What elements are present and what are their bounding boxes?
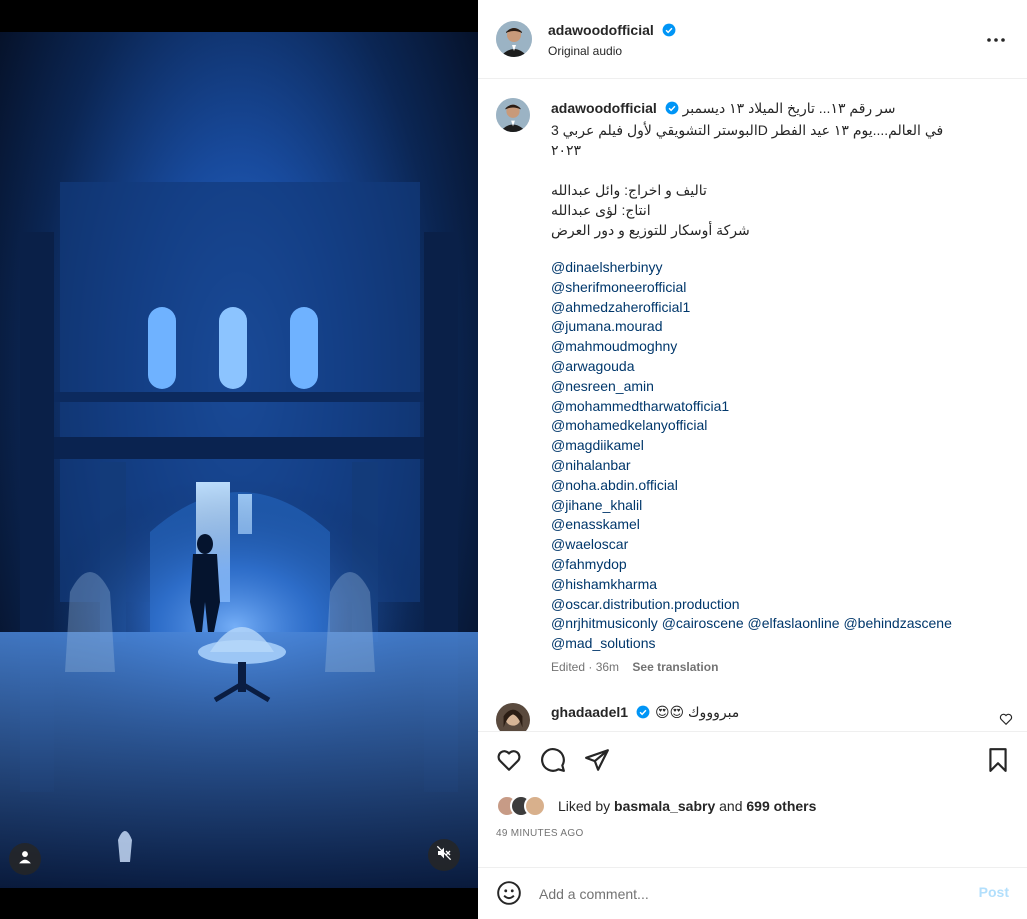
- emoji-icon: [496, 880, 522, 911]
- post-details-panel: adawoodofficial Original audio adawoodof…: [478, 0, 1027, 919]
- see-translation-button[interactable]: See translation: [632, 660, 718, 674]
- caption: adawoodofficial سر رقم ١٣... تاريخ الميل…: [551, 98, 991, 654]
- mention-link[interactable]: @behindzascene: [843, 615, 951, 631]
- likes-summary: Liked by basmala_sabry and 699 others: [496, 794, 816, 818]
- mention-link[interactable]: @mad_solutions: [551, 634, 991, 654]
- mention-link[interactable]: @ahmedzaherofficial1: [551, 298, 991, 318]
- post-actions: Liked by basmala_sabry and 699 others 49…: [478, 731, 1027, 919]
- mention-link[interactable]: @arwagouda: [551, 357, 991, 377]
- mention-link[interactable]: @noha.abdin.official: [551, 476, 991, 496]
- comment-icon: [540, 747, 566, 778]
- comment-button[interactable]: [539, 747, 567, 778]
- verified-icon: [662, 23, 676, 42]
- mention-link[interactable]: @dinaelsherbinyy: [551, 258, 991, 278]
- mention-link[interactable]: @cairoscene: [662, 615, 744, 631]
- caption-author-avatar[interactable]: [496, 98, 530, 132]
- likes-middle: and: [719, 798, 743, 814]
- user-icon: [18, 850, 32, 869]
- video-frame-illustration: [0, 182, 478, 888]
- audio-link[interactable]: Original audio: [548, 44, 622, 58]
- more-icon: [984, 38, 1008, 56]
- tagged-users-button[interactable]: [9, 843, 41, 875]
- post-header: adawoodofficial Original audio: [478, 0, 1027, 79]
- mention-link[interactable]: @nrjhitmusiconly: [551, 615, 658, 631]
- verified-icon: [665, 100, 679, 120]
- edited-timestamp: Edited · 36m: [551, 660, 620, 674]
- credit-direction: تاليف و اخراج: وائل عبدالله: [551, 182, 707, 198]
- media-panel: [0, 0, 478, 919]
- verified-icon: [636, 705, 650, 724]
- caption-author-username[interactable]: adawoodofficial: [551, 100, 657, 116]
- commenter-avatar[interactable]: [496, 703, 530, 731]
- mute-icon: [436, 845, 452, 866]
- mention-link[interactable]: @enasskamel: [551, 515, 991, 535]
- post-comment-button[interactable]: Post: [979, 884, 1009, 900]
- video-player[interactable]: [0, 32, 478, 888]
- liker-avatar: [524, 795, 546, 817]
- comment-input[interactable]: [539, 883, 939, 905]
- likes-prefix: Liked by: [558, 798, 611, 814]
- likes-count-link[interactable]: 699 others: [746, 798, 816, 814]
- comment-text: مبروووك 😍😍: [654, 704, 740, 720]
- add-comment-bar: Post: [478, 867, 1027, 919]
- commenter-username[interactable]: ghadaadel1: [551, 704, 628, 720]
- mention-link[interactable]: @nesreen_amin: [551, 377, 991, 397]
- comment-like-button[interactable]: [999, 712, 1013, 726]
- like-button[interactable]: [495, 748, 523, 776]
- share-icon: [584, 747, 610, 778]
- mention-link[interactable]: @mahmoudmoghny: [551, 337, 991, 357]
- mention-link[interactable]: @jihane_khalil: [551, 496, 991, 516]
- mention-link[interactable]: @elfaslaonline: [748, 615, 840, 631]
- mention-link[interactable]: @oscar.distribution.production: [551, 595, 991, 615]
- caption-line-1: سر رقم ١٣... تاريخ الميلاد ١٣ ديسمبر: [682, 100, 896, 116]
- mention-link[interactable]: @hishamkharma: [551, 575, 991, 595]
- mention-link[interactable]: @jumana.mourad: [551, 317, 991, 337]
- mention-link[interactable]: @mohammedtharwatofficia1: [551, 397, 991, 417]
- mention-link[interactable]: @magdiikamel: [551, 436, 991, 456]
- mention-link[interactable]: @mohamedkelanyofficial: [551, 416, 991, 436]
- mute-button[interactable]: [428, 839, 460, 871]
- post-timestamp[interactable]: 49 MINUTES AGO: [496, 828, 584, 839]
- mention-link[interactable]: @sherifmoneerofficial: [551, 278, 991, 298]
- mention-link[interactable]: @nihalanbar: [551, 456, 991, 476]
- emoji-button[interactable]: [495, 880, 523, 911]
- caption-meta: Edited · 36m See translation: [551, 660, 718, 674]
- heart-icon: [999, 713, 1013, 730]
- heart-icon: [496, 747, 522, 778]
- credit-production: انتاج: لؤى عبدالله: [551, 202, 651, 218]
- caption-and-comments: adawoodofficial سر رقم ١٣... تاريخ الميل…: [478, 80, 1027, 731]
- comment-row: ghadaadel1 مبروووك 😍😍: [478, 700, 1027, 731]
- author-avatar[interactable]: [496, 21, 532, 57]
- save-button[interactable]: [984, 747, 1012, 778]
- more-options-button[interactable]: [984, 28, 1008, 52]
- save-icon: [985, 747, 1011, 778]
- credit-distribution: شركة أوسكار للتوزيع و دور العرض: [551, 222, 750, 238]
- mention-link[interactable]: @fahmydop: [551, 555, 991, 575]
- liker-username[interactable]: basmala_sabry: [614, 798, 715, 814]
- caption-line-2: في العالم....يوم ١٣ عيد الفطر Dالبوستر ا…: [551, 122, 944, 138]
- mention-link[interactable]: @waeloscar: [551, 535, 991, 555]
- author-username[interactable]: adawoodofficial: [548, 22, 654, 38]
- caption-line-3: ٢٠٢٣: [551, 142, 582, 158]
- share-button[interactable]: [583, 748, 611, 776]
